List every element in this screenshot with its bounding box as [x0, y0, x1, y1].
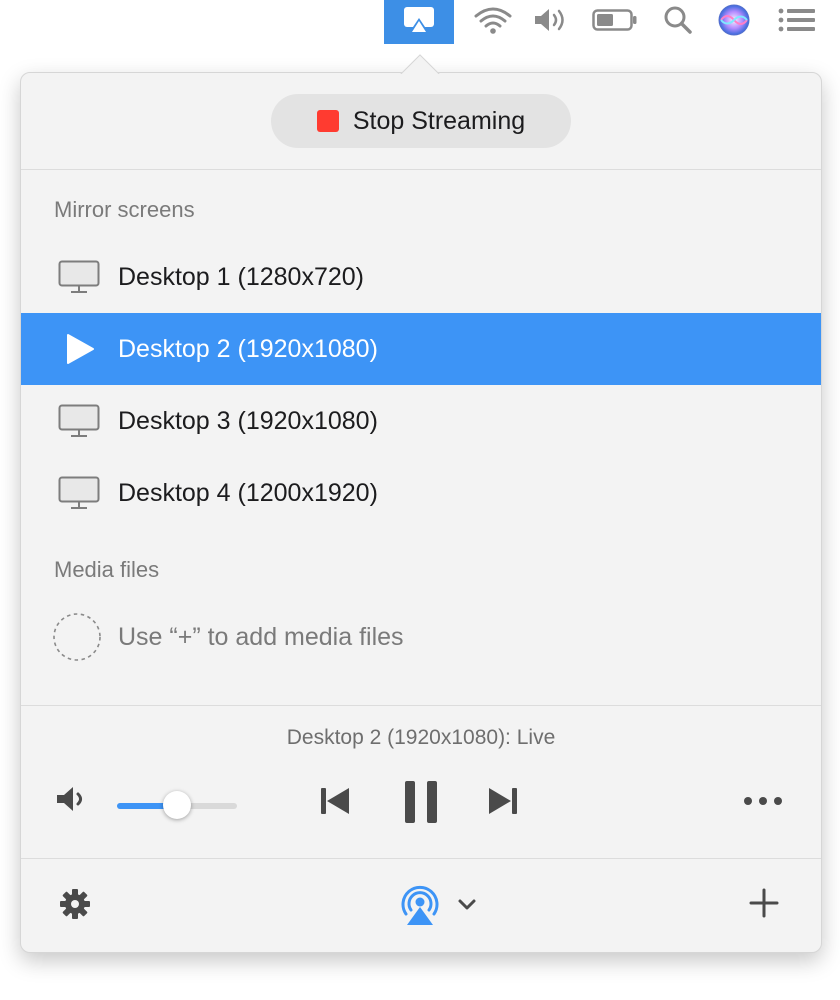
menubar-notifications-button[interactable]: [774, 0, 820, 44]
stop-streaming-label: Stop Streaming: [352, 106, 526, 135]
search-icon: [663, 5, 693, 40]
stop-streaming-button[interactable]: Stop Streaming: [271, 94, 571, 148]
player-panel: Desktop 2 (1920x1080): Live: [21, 705, 821, 859]
empty-media-icon: [52, 612, 102, 662]
menubar-volume-button[interactable]: [530, 0, 570, 44]
media-placeholder-text: Use “+” to add media files: [118, 622, 404, 651]
screen-item-label: Desktop 4 (1200x1920): [118, 478, 378, 507]
more-options-button[interactable]: [743, 794, 783, 812]
screen-item-label: Desktop 2 (1920x1080): [118, 334, 378, 363]
media-files-placeholder: Use “+” to add media files: [21, 601, 821, 673]
pause-button[interactable]: [403, 780, 439, 829]
screen-item-desktop-4[interactable]: Desktop 4 (1200x1920): [21, 457, 821, 529]
wifi-icon: [473, 5, 513, 40]
airplay-icon: [403, 6, 435, 39]
settings-button[interactable]: [59, 888, 91, 925]
airplay-target-button[interactable]: [397, 882, 477, 928]
screen-item-label: Desktop 1 (1280x720): [118, 262, 364, 291]
volume-slider-knob[interactable]: [163, 791, 191, 819]
chevron-down-icon: [458, 899, 476, 910]
next-track-button[interactable]: [487, 786, 519, 821]
popover-footer: [21, 858, 821, 952]
monitor-icon: [54, 260, 104, 294]
screen-item-label: Desktop 3 (1920x1080): [118, 406, 378, 435]
now-playing-label: Desktop 2 (1920x1080): Live: [286, 726, 556, 749]
mirror-screens-heading: Mirror screens: [54, 197, 195, 222]
play-icon: [54, 332, 104, 366]
media-files-heading: Media files: [54, 557, 160, 582]
airplay-target-icon: [401, 885, 439, 925]
screen-item-desktop-3[interactable]: Desktop 3 (1920x1080): [21, 385, 821, 457]
plus-icon: [749, 888, 779, 918]
pause-icon: [405, 781, 437, 823]
siri-icon: [717, 3, 751, 42]
list-icon: [778, 7, 816, 38]
menubar-battery-button[interactable]: [590, 0, 640, 44]
monitor-icon: [54, 404, 104, 438]
previous-track-button[interactable]: [319, 786, 351, 821]
screen-item-desktop-2[interactable]: Desktop 2 (1920x1080): [21, 313, 821, 385]
menubar-siri-button[interactable]: [714, 0, 754, 44]
monitor-icon: [54, 476, 104, 510]
menubar-search-button[interactable]: [660, 0, 696, 44]
skip-forward-icon: [489, 788, 517, 814]
airplay-popover: Stop Streaming Mirror screens Desktop 1 …: [20, 72, 822, 953]
gear-icon: [60, 889, 90, 919]
skip-back-icon: [321, 788, 349, 814]
battery-icon: [592, 8, 638, 37]
popover-arrow: [400, 54, 440, 74]
menubar-airplay-button[interactable]: [384, 0, 454, 44]
stop-icon: [316, 110, 339, 132]
volume-icon: [54, 784, 90, 819]
screen-item-desktop-1[interactable]: Desktop 1 (1280x720): [21, 241, 821, 313]
volume-icon: [532, 6, 568, 39]
ellipsis-icon: [744, 797, 782, 805]
add-media-button[interactable]: [749, 888, 779, 923]
menu-bar: [0, 0, 840, 44]
menubar-wifi-button[interactable]: [470, 0, 516, 44]
popover-header: Stop Streaming: [21, 73, 821, 170]
volume-slider[interactable]: [117, 791, 237, 819]
